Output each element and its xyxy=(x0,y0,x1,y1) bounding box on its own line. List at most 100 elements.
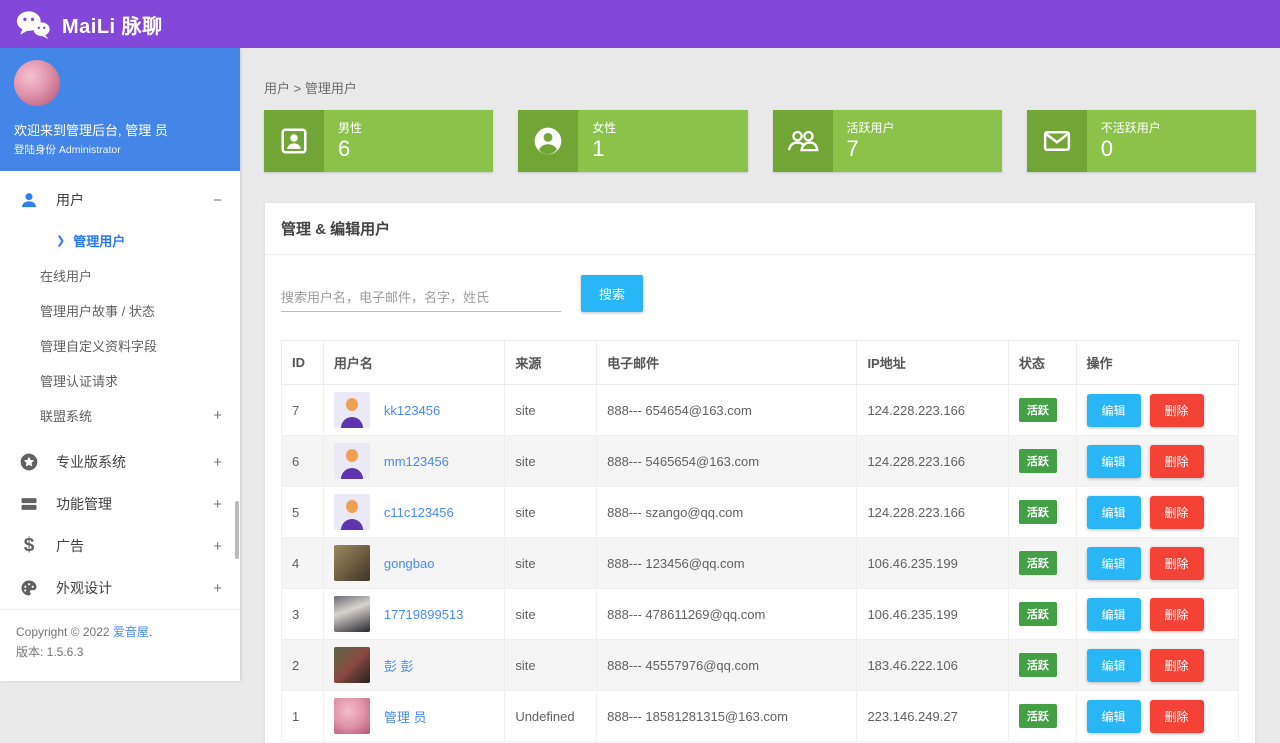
cell-ip: 106.46.235.199 xyxy=(856,537,1009,589)
stat-label: 不活跃用户 xyxy=(1100,121,1161,135)
user-avatar[interactable] xyxy=(333,494,370,530)
search-button[interactable]: 搜索 xyxy=(581,275,644,312)
sidebar-item-verification-requests[interactable]: 管理认证请求 xyxy=(0,363,240,398)
stat-value: 0 xyxy=(1100,136,1113,161)
status-badge: 活跃 xyxy=(1018,398,1057,422)
edit-button[interactable]: 编辑 xyxy=(1086,546,1141,580)
cell-ip: 223.146.249.27 xyxy=(856,690,1009,742)
cell-status: 活跃 xyxy=(1007,486,1077,538)
edit-button[interactable]: 编辑 xyxy=(1086,495,1141,529)
username-link[interactable]: 17719899513 xyxy=(384,607,464,622)
edit-button[interactable]: 编辑 xyxy=(1086,699,1141,733)
female-users-icon xyxy=(518,110,579,172)
collapse-icon[interactable]: − xyxy=(213,192,222,209)
cell-actions: 编辑 删除 xyxy=(1075,486,1240,538)
palette-icon xyxy=(18,578,40,598)
search-input[interactable] xyxy=(281,284,561,312)
submenu-label: 联盟系统 xyxy=(40,409,93,424)
cell-username: gongbao xyxy=(322,537,506,589)
stat-cards: 男性 6 女性 1 活跃用户 7 不活跃用户 0 xyxy=(264,110,1256,172)
delete-button[interactable]: 删除 xyxy=(1149,546,1204,580)
top-header: MaiLi 脉聊 xyxy=(0,0,1280,48)
expand-icon[interactable]: + xyxy=(213,496,222,513)
stat-card-female: 女性 1 xyxy=(518,110,748,172)
copyright-text: Copyright © 2022 xyxy=(16,625,110,639)
sidebar-item-feature-management[interactable]: 功能管理 + xyxy=(0,483,240,525)
cell-username: 17719899513 xyxy=(322,588,506,640)
delete-button[interactable]: 删除 xyxy=(1149,597,1204,631)
expand-icon[interactable]: + xyxy=(213,407,222,424)
copyright-link[interactable]: 爱音屋 xyxy=(113,625,149,639)
user-avatar[interactable] xyxy=(333,698,370,734)
cell-source: site xyxy=(504,435,598,487)
user-avatar[interactable] xyxy=(333,392,370,428)
table-row: 7 kk123456 site 888--- 654654@163.com 124.22… xyxy=(281,384,1240,436)
sidebar-item-pro-system[interactable]: 专业版系统 + xyxy=(0,441,240,483)
stat-value: 6 xyxy=(338,136,351,161)
stat-label: 女性 xyxy=(592,121,617,135)
cell-actions: 编辑 删除 xyxy=(1075,537,1240,589)
sidebar-item-appearance[interactable]: 外观设计 + xyxy=(0,567,240,609)
submenu-label: 管理用户故事 / 状态 xyxy=(40,304,155,319)
username-link[interactable]: 管理 员 xyxy=(384,707,427,726)
submenu-label: 管理认证请求 xyxy=(40,374,119,389)
edit-button[interactable]: 编辑 xyxy=(1086,444,1141,478)
cell-email: 888--- 654654@163.com xyxy=(596,384,858,436)
col-header-email: 电子邮件 xyxy=(596,340,858,385)
sidebar-item-custom-fields[interactable]: 管理自定义资料字段 xyxy=(0,328,240,363)
sidebar-footer: Copyright © 2022 爱音屋. 版本: 1.5.6.3 xyxy=(0,609,240,675)
sidebar-item-label: 外观设计 xyxy=(56,580,112,596)
search-row: 搜索 xyxy=(265,255,1255,336)
edit-button[interactable]: 编辑 xyxy=(1086,597,1141,631)
user-avatar[interactable] xyxy=(333,443,370,479)
user-avatar[interactable] xyxy=(333,545,370,581)
col-header-username: 用户名 xyxy=(322,340,506,385)
user-avatar[interactable] xyxy=(333,596,370,632)
cell-source: site xyxy=(504,537,598,589)
cell-id: 5 xyxy=(281,486,324,538)
cell-id: 1 xyxy=(281,690,324,742)
cell-status: 活跃 xyxy=(1007,384,1077,436)
sidebar-item-online-users[interactable]: 在线用户 xyxy=(0,258,240,293)
user-avatar[interactable] xyxy=(333,647,370,683)
delete-button[interactable]: 删除 xyxy=(1149,393,1204,427)
male-users-icon xyxy=(264,110,324,172)
cell-email: 888--- szango@qq.com xyxy=(596,486,858,538)
cell-source: site xyxy=(504,639,598,691)
wechat-logo-icon xyxy=(16,10,50,39)
delete-button[interactable]: 删除 xyxy=(1149,444,1204,478)
table-row: 3 17719899513 site 888--- 478611269@qq.com 1… xyxy=(281,588,1240,640)
username-link[interactable]: kk123456 xyxy=(384,403,440,418)
edit-button[interactable]: 编辑 xyxy=(1086,393,1141,427)
username-link[interactable]: c11c123456 xyxy=(384,505,454,520)
stat-label: 男性 xyxy=(338,121,363,135)
stat-value: 1 xyxy=(592,136,605,161)
sidebar-item-ads[interactable]: $ 广告 + xyxy=(0,525,240,567)
expand-icon[interactable]: + xyxy=(213,454,222,471)
delete-button[interactable]: 删除 xyxy=(1149,495,1204,529)
star-circle-icon xyxy=(18,452,40,472)
sidebar-scrollbar[interactable] xyxy=(235,501,239,559)
username-link[interactable]: gongbao xyxy=(384,556,435,571)
delete-button[interactable]: 删除 xyxy=(1149,699,1204,733)
username-link[interactable]: mm123456 xyxy=(384,454,449,469)
sidebar-item-user-stories[interactable]: 管理用户故事 / 状态 xyxy=(0,293,240,328)
login-role-text: 登陆身份 Administrator xyxy=(14,144,121,156)
cell-id: 6 xyxy=(281,435,324,487)
table-row: 6 mm123456 site 888--- 5465654@163.com 124.2… xyxy=(281,435,1240,487)
sidebar-item-affiliate-system[interactable]: 联盟系统 + xyxy=(0,398,240,433)
table-row: 1 管理 员 Undefined 888--- 18581281315@163.com… xyxy=(281,690,1240,742)
cell-id: 3 xyxy=(281,588,324,640)
username-link[interactable]: 彭 彭 xyxy=(384,656,414,675)
status-badge: 活跃 xyxy=(1018,704,1057,728)
sidebar-item-users[interactable]: 用户 − xyxy=(0,179,240,221)
expand-icon[interactable]: + xyxy=(213,538,222,555)
edit-button[interactable]: 编辑 xyxy=(1086,648,1141,682)
cell-ip: 124.228.223.166 xyxy=(856,486,1009,538)
delete-button[interactable]: 删除 xyxy=(1149,648,1204,682)
expand-icon[interactable]: + xyxy=(213,580,222,597)
cell-ip: 183.46.222.106 xyxy=(856,639,1009,691)
sidebar-item-manage-users[interactable]: ❯ 管理用户 xyxy=(0,223,240,258)
profile-avatar[interactable] xyxy=(14,60,60,106)
cell-source: site xyxy=(504,588,598,640)
